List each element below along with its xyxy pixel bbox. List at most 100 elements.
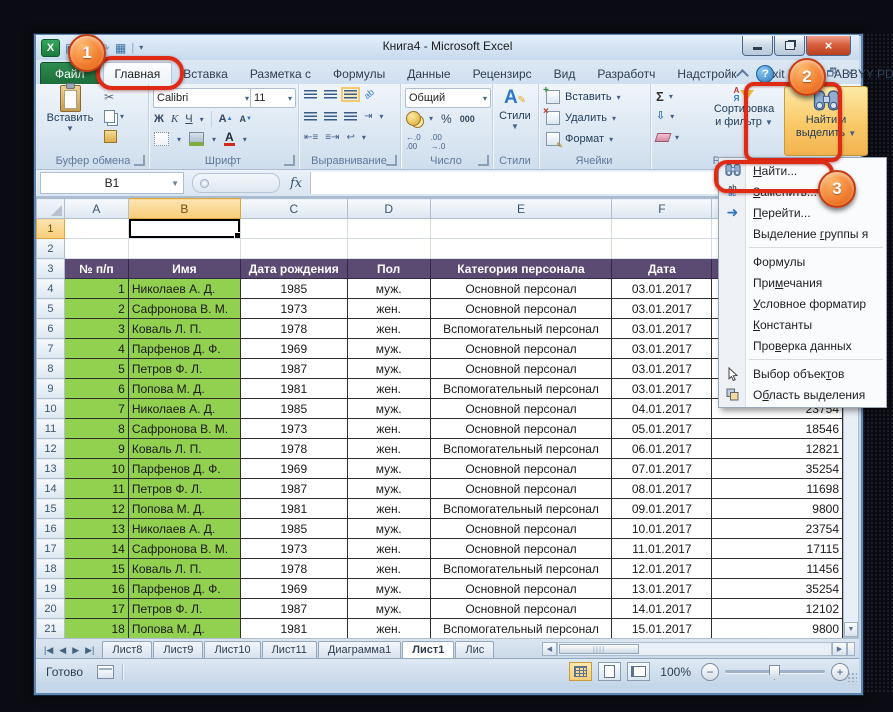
cell[interactable]: муж. xyxy=(346,358,431,379)
cell[interactable]: Парфенов Д. Ф. xyxy=(127,578,241,599)
cell[interactable] xyxy=(347,218,431,239)
cell[interactable]: 15.01.2017 xyxy=(611,618,713,639)
row-header-7[interactable]: 7 xyxy=(36,338,65,359)
increase-decimal-icon[interactable]: ←.0.00 xyxy=(406,133,421,151)
scroll-right-icon[interactable]: ▶ xyxy=(832,642,847,656)
cell[interactable]: 03.01.2017 xyxy=(611,318,713,339)
cell[interactable]: Основной персонал xyxy=(429,538,613,559)
scroll-left-icon[interactable]: ◀ xyxy=(542,642,557,656)
workbook-close-icon[interactable]: ✕ xyxy=(846,67,855,80)
sheet-tab-лист9[interactable]: Лист9 xyxy=(153,641,204,658)
autosum-button[interactable]: Σ ▾ xyxy=(656,89,673,104)
cell[interactable]: 11698 xyxy=(711,478,843,499)
cell[interactable]: жен. xyxy=(346,418,431,439)
cell[interactable]: 9800 xyxy=(711,618,843,639)
insert-cells-button[interactable]: Вставить▾ xyxy=(543,85,621,104)
col-header-B[interactable]: B xyxy=(127,198,241,219)
grow-font-button[interactable]: А ▲ xyxy=(219,113,233,125)
col-header-C[interactable]: C xyxy=(239,198,348,219)
cell[interactable] xyxy=(128,238,241,259)
cell[interactable]: Основной персонал xyxy=(429,418,613,439)
cell[interactable]: муж. xyxy=(346,578,431,599)
cell[interactable]: Николаев А. Д. xyxy=(127,398,241,419)
fill-button[interactable]: ⇩ ▾ xyxy=(656,111,674,122)
menu-item-comments[interactable]: Примечания xyxy=(719,272,886,293)
row-header-2[interactable]: 2 xyxy=(36,238,65,259)
cell[interactable] xyxy=(611,238,713,259)
sheet-tab-лист10[interactable]: Лист10 xyxy=(204,641,261,658)
menu-item-constants[interactable]: Константы xyxy=(719,314,886,335)
cell[interactable]: Основной персонал xyxy=(429,478,613,499)
tab-формулы[interactable]: Формулы xyxy=(322,63,396,84)
row-header-8[interactable]: 8 xyxy=(36,358,65,379)
zoom-level[interactable]: 100% xyxy=(660,665,691,679)
first-sheet-icon[interactable]: |◀ xyxy=(42,645,55,656)
cell[interactable]: 35254 xyxy=(711,578,843,599)
cell[interactable]: 2 xyxy=(63,298,129,319)
table-header-cell[interactable]: № п/п xyxy=(63,258,129,279)
fill-color-icon[interactable] xyxy=(189,132,205,146)
copy-button[interactable]: ▾ xyxy=(104,110,124,123)
row-header-13[interactable]: 13 xyxy=(36,458,65,479)
cell[interactable]: 1969 xyxy=(239,578,348,599)
cell[interactable]: 1985 xyxy=(239,278,348,299)
cell[interactable]: 17115 xyxy=(711,538,843,559)
cell[interactable]: Основной персонал xyxy=(429,338,613,359)
cell[interactable]: 23754 xyxy=(711,518,843,539)
cell[interactable]: Попова М. Д. xyxy=(127,498,241,519)
table-header-cell[interactable]: Имя xyxy=(127,258,241,279)
cell[interactable]: жен. xyxy=(346,618,431,639)
cell[interactable]: 06.01.2017 xyxy=(611,438,713,459)
tab-данные[interactable]: Данные xyxy=(396,63,461,84)
workbook-restore-icon[interactable]: 🗗 xyxy=(826,64,836,83)
cell[interactable]: 1981 xyxy=(239,378,348,399)
cell[interactable]: муж. xyxy=(346,278,431,299)
cell[interactable]: Коваль Л. П. xyxy=(127,438,241,459)
select-all-corner[interactable] xyxy=(36,198,65,219)
cell[interactable]: 18546 xyxy=(711,418,843,439)
cell[interactable]: 11.01.2017 xyxy=(611,538,713,559)
merge-center-icon[interactable]: ⇥ xyxy=(364,111,372,122)
cell[interactable] xyxy=(240,218,348,239)
minimize-button[interactable] xyxy=(742,36,773,56)
row-header-21[interactable]: 21 xyxy=(36,618,65,639)
align-middle-icon[interactable] xyxy=(324,89,337,99)
number-dialog-launcher-icon[interactable] xyxy=(478,155,489,166)
cell[interactable]: 4 xyxy=(63,338,129,359)
cell[interactable]: 1978 xyxy=(239,318,348,339)
comma-style-icon[interactable]: 000 xyxy=(460,114,475,124)
cell[interactable]: 1987 xyxy=(239,598,348,619)
cell[interactable]: 1969 xyxy=(239,458,348,479)
format-cells-button[interactable]: Формат▾ xyxy=(546,132,613,150)
cell-selected-B1[interactable] xyxy=(128,218,241,239)
format-painter-button[interactable] xyxy=(104,130,117,143)
cell[interactable]: Основной персонал xyxy=(429,598,613,619)
row-header-6[interactable]: 6 xyxy=(36,318,65,339)
row-header-16[interactable]: 16 xyxy=(36,518,65,539)
clear-button[interactable]: ▾ xyxy=(654,133,679,142)
cell[interactable]: 07.01.2017 xyxy=(611,458,713,479)
cell[interactable]: 12 xyxy=(63,498,129,519)
align-left-icon[interactable] xyxy=(304,112,317,121)
decrease-indent-icon[interactable]: ⇤≡ xyxy=(304,132,318,143)
delete-cells-button[interactable]: Удалить▾ xyxy=(543,106,616,125)
cell[interactable]: Основной персонал xyxy=(429,298,613,319)
cell[interactable]: Вспомогательный персонал xyxy=(429,618,613,639)
cell[interactable]: 1978 xyxy=(239,438,348,459)
tab-вид[interactable]: Вид xyxy=(543,63,587,84)
cell[interactable]: Основной персонал xyxy=(429,398,613,419)
row-header-15[interactable]: 15 xyxy=(36,498,65,519)
name-box[interactable]: B1 ▼ xyxy=(40,172,184,194)
cell[interactable]: 5 xyxy=(63,358,129,379)
cell[interactable]: 18 xyxy=(63,618,129,639)
name-box-dropdown-icon[interactable]: ▼ xyxy=(171,179,179,188)
font-size-select[interactable]: 11 ▾ xyxy=(250,88,296,108)
styles-button[interactable]: A✎ Стили ▼ xyxy=(495,88,535,131)
resize-grip[interactable] xyxy=(847,672,857,682)
font-color-icon[interactable]: А xyxy=(224,131,235,146)
cell[interactable]: 14 xyxy=(63,538,129,559)
alignment-dialog-launcher-icon[interactable] xyxy=(386,155,397,166)
cell[interactable]: 35254 xyxy=(711,458,843,479)
sheet-tab-диаграмма1[interactable]: Диаграмма1 xyxy=(317,641,402,658)
cell[interactable]: Коваль Л. П. xyxy=(127,318,241,339)
